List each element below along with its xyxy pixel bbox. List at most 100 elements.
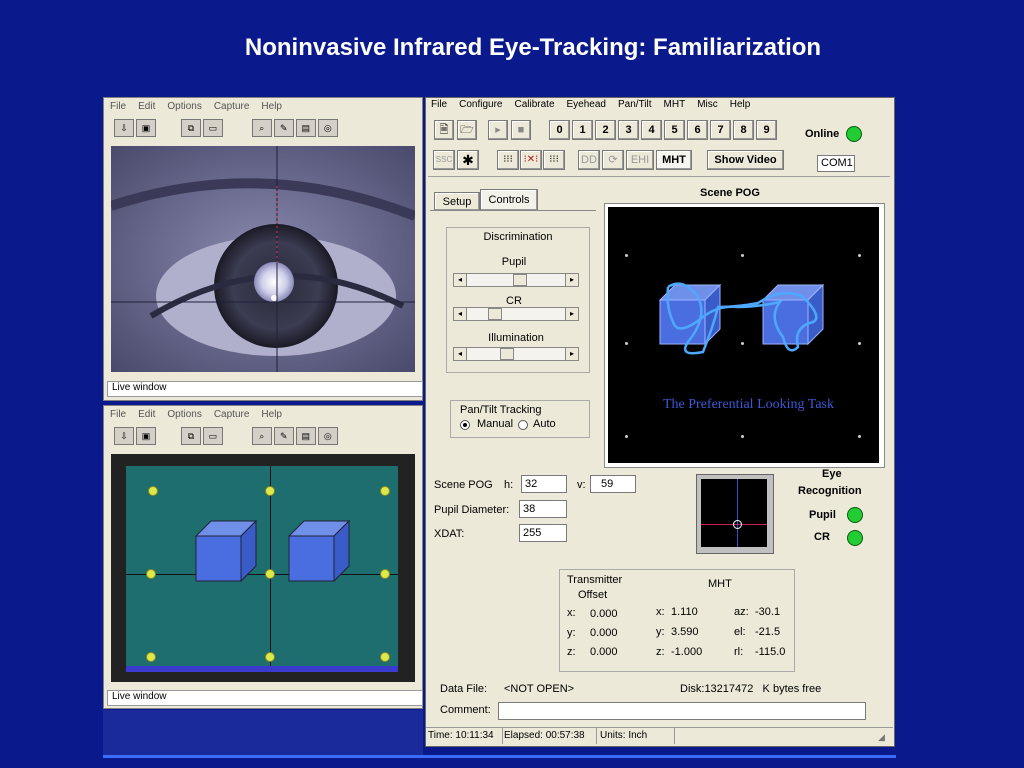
mht-el-label: el:	[734, 626, 746, 638]
menu-bar-top-video: File Edit Options Capture Help	[110, 101, 294, 112]
arrow-right-icon[interactable]: ▸	[565, 308, 578, 320]
cr-slider[interactable]: ◂ ▸	[453, 307, 579, 321]
menu-edit[interactable]: Edit	[138, 101, 155, 112]
grid-nine-icon[interactable]: ⁝⁝⁝	[543, 150, 565, 170]
camera-icon[interactable]: ◎	[317, 427, 338, 445]
zoom-icon[interactable]: ⌕	[251, 427, 272, 445]
crosshair-icon[interactable]: ✱	[457, 150, 479, 170]
menu-help[interactable]: Help	[261, 101, 282, 112]
zoom-icon[interactable]: ⌕	[251, 119, 272, 137]
illumination-slider[interactable]: ◂ ▸	[453, 347, 579, 361]
menu-file[interactable]: File	[110, 409, 126, 420]
manual-label: Manual	[477, 418, 514, 430]
menu-calibrate[interactable]: Calibrate	[514, 99, 554, 110]
edit-frame-icon[interactable]: ▣	[136, 427, 156, 445]
mht-y-value: 3.590	[671, 626, 699, 638]
number-button-4[interactable]: 4	[641, 120, 662, 140]
pupil-diameter-field[interactable]: 38	[519, 500, 567, 518]
ssc-button[interactable]: SSC	[433, 150, 455, 170]
menu-bar-bottom-video: File Edit Options Capture Help	[110, 409, 294, 420]
menu-help[interactable]: Help	[261, 409, 282, 420]
com-port-field[interactable]: COM1	[817, 155, 855, 172]
number-button-7[interactable]: 7	[710, 120, 731, 140]
xdat-field[interactable]: 255	[519, 524, 567, 542]
arrow-right-icon[interactable]: ▸	[565, 274, 578, 286]
mht-z-value: -1.000	[671, 646, 703, 658]
menu-configure[interactable]: Configure	[459, 99, 502, 110]
tx-z-value: 0.000	[590, 646, 618, 658]
comment-input[interactable]	[498, 702, 866, 720]
slider-thumb[interactable]	[513, 274, 527, 286]
toolbar-separator	[428, 176, 890, 177]
resize-grip-icon[interactable]: ◢	[878, 732, 885, 743]
scene-pog-display: The Preferential Looking Task	[604, 203, 885, 468]
menu-capture[interactable]: Capture	[214, 101, 250, 112]
play-icon[interactable]: ▸	[488, 120, 508, 140]
camera-icon[interactable]: ◎	[317, 119, 338, 137]
h-value-field[interactable]: 32	[521, 475, 567, 493]
status-elapsed: Elapsed: 00:57:38	[504, 728, 597, 744]
number-button-2[interactable]: 2	[595, 120, 616, 140]
copy-window-icon[interactable]: ⧉	[180, 119, 201, 137]
grid-target-icon[interactable]: ⁝✕⁝	[520, 150, 542, 170]
copy-window-icon[interactable]: ⧉	[180, 427, 201, 445]
menu-edit[interactable]: Edit	[138, 409, 155, 420]
menu-mht[interactable]: MHT	[664, 99, 686, 110]
menu-capture[interactable]: Capture	[214, 409, 250, 420]
menu-file[interactable]: File	[110, 101, 126, 112]
capture-icon[interactable]: ▭	[202, 427, 223, 445]
pen-icon[interactable]: ✎	[273, 119, 294, 137]
auto-radio[interactable]	[518, 420, 528, 430]
ehi-button[interactable]: EHI	[626, 150, 654, 170]
arrow-left-icon[interactable]: ◂	[454, 274, 467, 286]
eye-recognition-title-2: Recognition	[798, 485, 862, 497]
open-file-icon[interactable]: 🗎	[434, 120, 454, 140]
cube-right	[287, 519, 351, 583]
number-button-0[interactable]: 0	[549, 120, 570, 140]
number-button-8[interactable]: 8	[733, 120, 754, 140]
comment-label: Comment:	[440, 704, 491, 716]
tab-panel-border	[430, 210, 596, 211]
number-button-6[interactable]: 6	[687, 120, 708, 140]
number-button-5[interactable]: 5	[664, 120, 685, 140]
slider-thumb[interactable]	[488, 308, 502, 320]
folder-icon[interactable]: 🗁	[457, 120, 477, 140]
illumination-slider-label: Illumination	[488, 332, 544, 344]
grid-dots-icon[interactable]: ⁝⁝⁝	[497, 150, 519, 170]
tab-setup[interactable]: Setup	[434, 192, 480, 211]
capture-icon[interactable]: ▭	[202, 119, 223, 137]
status-time: Time: 10:11:34	[426, 728, 503, 744]
menu-eyehead[interactable]: Eyehead	[567, 99, 606, 110]
download-icon[interactable]: ⇩	[114, 119, 134, 137]
pen-icon[interactable]: ✎	[273, 427, 294, 445]
stop-icon[interactable]: ■	[511, 120, 531, 140]
number-button-3[interactable]: 3	[618, 120, 639, 140]
arrow-left-icon[interactable]: ◂	[454, 308, 467, 320]
menu-file[interactable]: File	[431, 99, 447, 110]
pupil-slider-label: Pupil	[501, 256, 527, 268]
film-icon[interactable]: ▤	[295, 119, 316, 137]
manual-radio[interactable]	[460, 420, 470, 430]
number-button-1[interactable]: 1	[572, 120, 593, 140]
rotate-icon[interactable]: ⟳	[602, 150, 624, 170]
number-button-9[interactable]: 9	[756, 120, 777, 140]
menu-pan-tilt[interactable]: Pan/Tilt	[618, 99, 652, 110]
pupil-slider[interactable]: ◂ ▸	[453, 273, 579, 287]
tab-controls[interactable]: Controls	[480, 189, 538, 211]
edit-frame-icon[interactable]: ▣	[136, 119, 156, 137]
mht-button[interactable]: MHT	[656, 150, 692, 170]
transmitter-title-2: Offset	[578, 589, 608, 601]
menu-options[interactable]: Options	[167, 101, 201, 112]
arrow-right-icon[interactable]: ▸	[565, 348, 578, 360]
film-icon[interactable]: ▤	[295, 427, 316, 445]
slider-thumb[interactable]	[500, 348, 514, 360]
menu-help[interactable]: Help	[730, 99, 751, 110]
download-icon[interactable]: ⇩	[114, 427, 134, 445]
arrow-left-icon[interactable]: ◂	[454, 348, 467, 360]
dd-button[interactable]: DD	[578, 150, 600, 170]
menu-misc[interactable]: Misc	[697, 99, 718, 110]
v-value-field[interactable]: 59	[590, 475, 636, 493]
menu-options[interactable]: Options	[167, 409, 201, 420]
eye-preview-screen	[701, 479, 767, 547]
show-video-button[interactable]: Show Video	[707, 150, 784, 170]
